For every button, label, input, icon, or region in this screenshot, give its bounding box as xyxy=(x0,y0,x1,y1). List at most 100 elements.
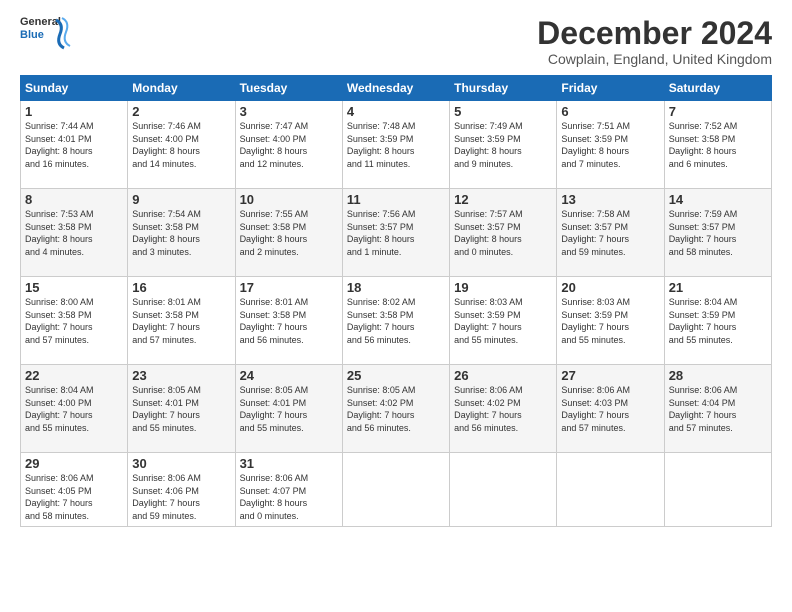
day-info: Sunrise: 7:58 AMSunset: 3:57 PMDaylight:… xyxy=(561,208,659,258)
day-number: 12 xyxy=(454,192,552,207)
day-number: 19 xyxy=(454,280,552,295)
day-info: Sunrise: 8:05 AMSunset: 4:02 PMDaylight:… xyxy=(347,384,445,434)
calendar-table: Sunday Monday Tuesday Wednesday Thursday… xyxy=(20,75,772,526)
table-row: 31Sunrise: 8:06 AMSunset: 4:07 PMDayligh… xyxy=(235,453,342,526)
day-info: Sunrise: 7:55 AMSunset: 3:58 PMDaylight:… xyxy=(240,208,338,258)
header-saturday: Saturday xyxy=(664,76,771,101)
day-info: Sunrise: 7:56 AMSunset: 3:57 PMDaylight:… xyxy=(347,208,445,258)
day-info: Sunrise: 7:44 AMSunset: 4:01 PMDaylight:… xyxy=(25,120,123,170)
day-number: 26 xyxy=(454,368,552,383)
day-number: 8 xyxy=(25,192,123,207)
table-row xyxy=(557,453,664,526)
table-row: 18Sunrise: 8:02 AMSunset: 3:58 PMDayligh… xyxy=(342,277,449,365)
day-info: Sunrise: 7:48 AMSunset: 3:59 PMDaylight:… xyxy=(347,120,445,170)
table-row: 9Sunrise: 7:54 AMSunset: 3:58 PMDaylight… xyxy=(128,189,235,277)
day-number: 3 xyxy=(240,104,338,119)
table-row: 20Sunrise: 8:03 AMSunset: 3:59 PMDayligh… xyxy=(557,277,664,365)
day-info: Sunrise: 8:03 AMSunset: 3:59 PMDaylight:… xyxy=(561,296,659,346)
table-row: 1Sunrise: 7:44 AMSunset: 4:01 PMDaylight… xyxy=(21,101,128,189)
header-friday: Friday xyxy=(557,76,664,101)
table-row: 24Sunrise: 8:05 AMSunset: 4:01 PMDayligh… xyxy=(235,365,342,453)
day-number: 13 xyxy=(561,192,659,207)
header: General Blue December 2024 Cowplain, Eng… xyxy=(20,16,772,67)
table-row: 21Sunrise: 8:04 AMSunset: 3:59 PMDayligh… xyxy=(664,277,771,365)
day-number: 15 xyxy=(25,280,123,295)
month-title: December 2024 xyxy=(537,16,772,51)
header-monday: Monday xyxy=(128,76,235,101)
day-number: 21 xyxy=(669,280,767,295)
header-thursday: Thursday xyxy=(450,76,557,101)
table-row: 7Sunrise: 7:52 AMSunset: 3:58 PMDaylight… xyxy=(664,101,771,189)
header-sunday: Sunday xyxy=(21,76,128,101)
table-row xyxy=(342,453,449,526)
table-row: 17Sunrise: 8:01 AMSunset: 3:58 PMDayligh… xyxy=(235,277,342,365)
day-info: Sunrise: 8:04 AMSunset: 3:59 PMDaylight:… xyxy=(669,296,767,346)
day-number: 17 xyxy=(240,280,338,295)
logo-graphic: General Blue xyxy=(20,16,64,56)
header-wednesday: Wednesday xyxy=(342,76,449,101)
day-number: 24 xyxy=(240,368,338,383)
day-info: Sunrise: 7:51 AMSunset: 3:59 PMDaylight:… xyxy=(561,120,659,170)
day-info: Sunrise: 8:06 AMSunset: 4:04 PMDaylight:… xyxy=(669,384,767,434)
weekday-header-row: Sunday Monday Tuesday Wednesday Thursday… xyxy=(21,76,772,101)
day-info: Sunrise: 8:03 AMSunset: 3:59 PMDaylight:… xyxy=(454,296,552,346)
day-number: 10 xyxy=(240,192,338,207)
logo: General Blue xyxy=(20,16,64,56)
day-number: 6 xyxy=(561,104,659,119)
day-number: 7 xyxy=(669,104,767,119)
table-row: 6Sunrise: 7:51 AMSunset: 3:59 PMDaylight… xyxy=(557,101,664,189)
page: General Blue December 2024 Cowplain, Eng… xyxy=(0,0,792,612)
day-number: 27 xyxy=(561,368,659,383)
day-info: Sunrise: 8:06 AMSunset: 4:02 PMDaylight:… xyxy=(454,384,552,434)
logo-wave-icon xyxy=(52,16,72,52)
header-tuesday: Tuesday xyxy=(235,76,342,101)
day-number: 5 xyxy=(454,104,552,119)
day-info: Sunrise: 8:02 AMSunset: 3:58 PMDaylight:… xyxy=(347,296,445,346)
table-row: 8Sunrise: 7:53 AMSunset: 3:58 PMDaylight… xyxy=(21,189,128,277)
day-info: Sunrise: 8:05 AMSunset: 4:01 PMDaylight:… xyxy=(240,384,338,434)
table-row: 11Sunrise: 7:56 AMSunset: 3:57 PMDayligh… xyxy=(342,189,449,277)
day-info: Sunrise: 7:59 AMSunset: 3:57 PMDaylight:… xyxy=(669,208,767,258)
table-row: 2Sunrise: 7:46 AMSunset: 4:00 PMDaylight… xyxy=(128,101,235,189)
table-row: 16Sunrise: 8:01 AMSunset: 3:58 PMDayligh… xyxy=(128,277,235,365)
table-row: 5Sunrise: 7:49 AMSunset: 3:59 PMDaylight… xyxy=(450,101,557,189)
table-row: 3Sunrise: 7:47 AMSunset: 4:00 PMDaylight… xyxy=(235,101,342,189)
day-number: 2 xyxy=(132,104,230,119)
day-info: Sunrise: 7:53 AMSunset: 3:58 PMDaylight:… xyxy=(25,208,123,258)
table-row: 28Sunrise: 8:06 AMSunset: 4:04 PMDayligh… xyxy=(664,365,771,453)
location: Cowplain, England, United Kingdom xyxy=(537,51,772,67)
day-info: Sunrise: 8:06 AMSunset: 4:05 PMDaylight:… xyxy=(25,472,123,522)
day-info: Sunrise: 7:57 AMSunset: 3:57 PMDaylight:… xyxy=(454,208,552,258)
table-row: 29Sunrise: 8:06 AMSunset: 4:05 PMDayligh… xyxy=(21,453,128,526)
day-info: Sunrise: 8:01 AMSunset: 3:58 PMDaylight:… xyxy=(132,296,230,346)
day-info: Sunrise: 8:06 AMSunset: 4:03 PMDaylight:… xyxy=(561,384,659,434)
table-row: 12Sunrise: 7:57 AMSunset: 3:57 PMDayligh… xyxy=(450,189,557,277)
day-info: Sunrise: 7:47 AMSunset: 4:00 PMDaylight:… xyxy=(240,120,338,170)
table-row xyxy=(664,453,771,526)
day-info: Sunrise: 7:52 AMSunset: 3:58 PMDaylight:… xyxy=(669,120,767,170)
day-info: Sunrise: 7:54 AMSunset: 3:58 PMDaylight:… xyxy=(132,208,230,258)
table-row: 4Sunrise: 7:48 AMSunset: 3:59 PMDaylight… xyxy=(342,101,449,189)
day-number: 23 xyxy=(132,368,230,383)
table-row: 19Sunrise: 8:03 AMSunset: 3:59 PMDayligh… xyxy=(450,277,557,365)
table-row: 30Sunrise: 8:06 AMSunset: 4:06 PMDayligh… xyxy=(128,453,235,526)
logo-container: General Blue xyxy=(20,16,64,56)
table-row: 14Sunrise: 7:59 AMSunset: 3:57 PMDayligh… xyxy=(664,189,771,277)
day-info: Sunrise: 8:00 AMSunset: 3:58 PMDaylight:… xyxy=(25,296,123,346)
day-number: 16 xyxy=(132,280,230,295)
day-number: 25 xyxy=(347,368,445,383)
day-number: 9 xyxy=(132,192,230,207)
day-number: 30 xyxy=(132,456,230,471)
day-info: Sunrise: 8:06 AMSunset: 4:07 PMDaylight:… xyxy=(240,472,338,522)
day-number: 1 xyxy=(25,104,123,119)
table-row: 15Sunrise: 8:00 AMSunset: 3:58 PMDayligh… xyxy=(21,277,128,365)
day-info: Sunrise: 8:04 AMSunset: 4:00 PMDaylight:… xyxy=(25,384,123,434)
day-number: 4 xyxy=(347,104,445,119)
table-row xyxy=(450,453,557,526)
day-info: Sunrise: 7:46 AMSunset: 4:00 PMDaylight:… xyxy=(132,120,230,170)
day-info: Sunrise: 8:06 AMSunset: 4:06 PMDaylight:… xyxy=(132,472,230,522)
day-number: 29 xyxy=(25,456,123,471)
table-row: 13Sunrise: 7:58 AMSunset: 3:57 PMDayligh… xyxy=(557,189,664,277)
table-row: 25Sunrise: 8:05 AMSunset: 4:02 PMDayligh… xyxy=(342,365,449,453)
day-number: 18 xyxy=(347,280,445,295)
